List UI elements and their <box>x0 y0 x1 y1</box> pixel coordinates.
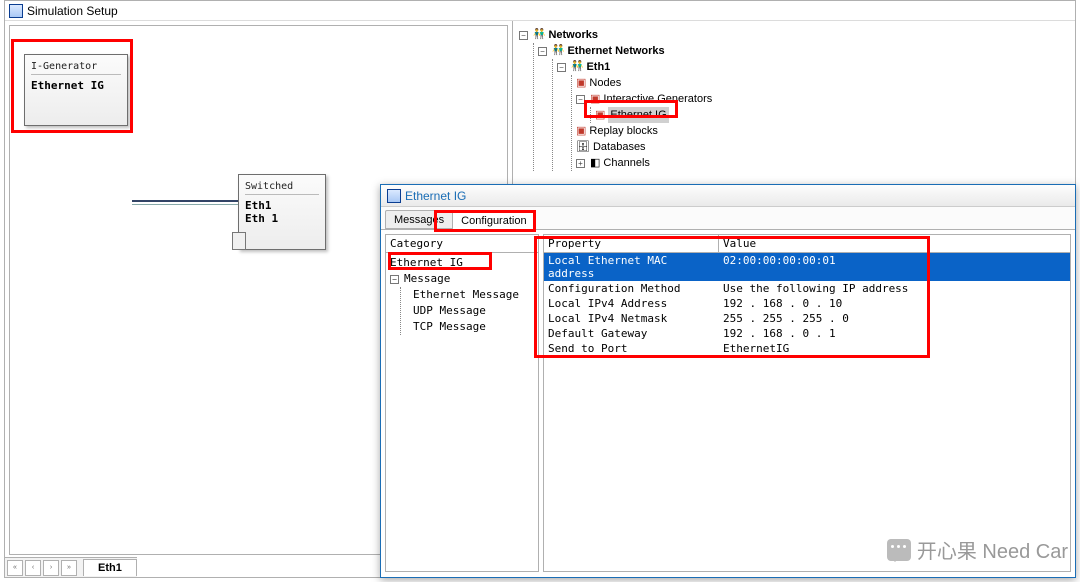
tab-eth1[interactable]: Eth1 <box>83 559 137 576</box>
collapse-icon[interactable]: − <box>390 275 399 284</box>
property-name: Local IPv4 Netmask <box>544 311 719 326</box>
switched-head: Switched <box>245 181 319 195</box>
tree-replay-blocks[interactable]: ▣ Replay blocks <box>576 123 1073 139</box>
switched-block[interactable]: Switched Eth1 Eth 1 <box>238 174 326 250</box>
tree-nodes[interactable]: ▣ Nodes <box>576 75 1073 91</box>
wire <box>132 200 238 202</box>
property-value[interactable]: EthernetIG <box>719 341 1070 356</box>
config-tabs: Messages Configuration <box>381 207 1075 230</box>
nav-last-button[interactable]: » <box>61 560 77 576</box>
tree-ethernet-networks[interactable]: − 👬 Ethernet Networks <box>538 43 1073 59</box>
node-icon: ▣ <box>595 107 605 123</box>
category-item[interactable]: Ethernet Message <box>405 287 538 303</box>
property-row[interactable]: Local Ethernet MAC address02:00:00:00:00… <box>544 253 1070 281</box>
category-ethernet-ig[interactable]: Ethernet IG <box>386 255 538 271</box>
header-property: Property <box>544 235 719 252</box>
switched-line1: Eth1 <box>245 199 319 212</box>
node-icon: ▣ <box>576 75 586 91</box>
property-value[interactable]: 02:00:00:00:00:01 <box>719 253 1070 281</box>
tab-messages[interactable]: Messages <box>385 210 453 229</box>
tree-networks[interactable]: − 👬 Networks <box>519 27 1073 43</box>
category-item[interactable]: UDP Message <box>405 303 538 319</box>
tree-interactive-generators[interactable]: − ▣ Interactive Generators <box>576 91 1073 107</box>
collapse-icon[interactable]: − <box>557 63 566 72</box>
property-header: Property Value <box>544 235 1070 253</box>
property-value[interactable]: Use the following IP address <box>719 281 1070 296</box>
header-value: Value <box>719 235 1070 252</box>
tab-configuration[interactable]: Configuration <box>452 211 535 230</box>
nav-prev-button[interactable]: ‹ <box>25 560 41 576</box>
nav-next-button[interactable]: › <box>43 560 59 576</box>
category-message[interactable]: − Message <box>386 271 538 287</box>
watermark: 开心果 Need Car <box>887 535 1068 564</box>
property-row[interactable]: Send to PortEthernetIG <box>544 341 1070 356</box>
collapse-icon[interactable]: − <box>576 95 585 104</box>
network-icon: 👬 <box>552 43 564 59</box>
collapse-icon[interactable]: − <box>519 31 528 40</box>
tree-ethernet-ig[interactable]: ▣ Ethernet IG <box>595 107 1073 123</box>
property-value[interactable]: 255 . 255 . 255 . 0 <box>719 311 1070 326</box>
tree-eth1[interactable]: − 👬 Eth1 <box>557 59 1073 75</box>
igenerator-head: I-Generator <box>31 61 121 75</box>
category-header: Category <box>386 235 538 253</box>
ethernet-ig-window: Ethernet IG Messages Configuration Categ… <box>380 184 1076 578</box>
property-row[interactable]: Default Gateway192 . 168 . 0 . 1 <box>544 326 1070 341</box>
network-icon: 👬 <box>571 59 583 75</box>
property-value[interactable]: 192 . 168 . 0 . 10 <box>719 296 1070 311</box>
property-name: Default Gateway <box>544 326 719 341</box>
main-title: Simulation Setup <box>27 4 118 18</box>
child-titlebar[interactable]: Ethernet IG <box>381 185 1075 207</box>
app-icon <box>9 4 23 18</box>
category-panel: Category Ethernet IG − Message Ethernet … <box>385 234 539 572</box>
main-titlebar[interactable]: Simulation Setup <box>5 1 1075 21</box>
property-name: Local IPv4 Address <box>544 296 719 311</box>
property-row[interactable]: Local IPv4 Netmask255 . 255 . 255 . 0 <box>544 311 1070 326</box>
property-row[interactable]: Configuration MethodUse the following IP… <box>544 281 1070 296</box>
node-icon: ▣ <box>576 123 586 139</box>
database-icon: 🗄 <box>576 139 590 155</box>
wire-thin <box>132 204 238 205</box>
switched-line2: Eth 1 <box>245 212 319 225</box>
property-name: Configuration Method <box>544 281 719 296</box>
child-title: Ethernet IG <box>405 189 466 203</box>
chat-icon <box>887 539 911 561</box>
network-icon: 👬 <box>533 27 545 43</box>
property-name: Send to Port <box>544 341 719 356</box>
property-panel: Property Value Local Ethernet MAC addres… <box>543 234 1071 572</box>
node-icon: ▣ <box>590 91 600 107</box>
tree-databases[interactable]: 🗄 Databases <box>576 139 1073 155</box>
property-name: Local Ethernet MAC address <box>544 253 719 281</box>
app-icon <box>387 189 401 203</box>
category-item[interactable]: TCP Message <box>405 319 538 335</box>
tree-channels[interactable]: + ◧ Channels <box>576 155 1073 171</box>
expand-icon[interactable]: + <box>576 159 585 168</box>
bottom-tabs: « ‹ › » Eth1 <box>5 557 137 577</box>
property-value[interactable]: 192 . 168 . 0 . 1 <box>719 326 1070 341</box>
collapse-icon[interactable]: − <box>538 47 547 56</box>
port-icon <box>232 232 246 250</box>
channels-icon: ◧ <box>590 155 600 171</box>
igenerator-block[interactable]: I-Generator Ethernet IG <box>24 54 128 126</box>
igenerator-label: Ethernet IG <box>31 79 121 92</box>
nav-first-button[interactable]: « <box>7 560 23 576</box>
property-row[interactable]: Local IPv4 Address192 . 168 . 0 . 10 <box>544 296 1070 311</box>
